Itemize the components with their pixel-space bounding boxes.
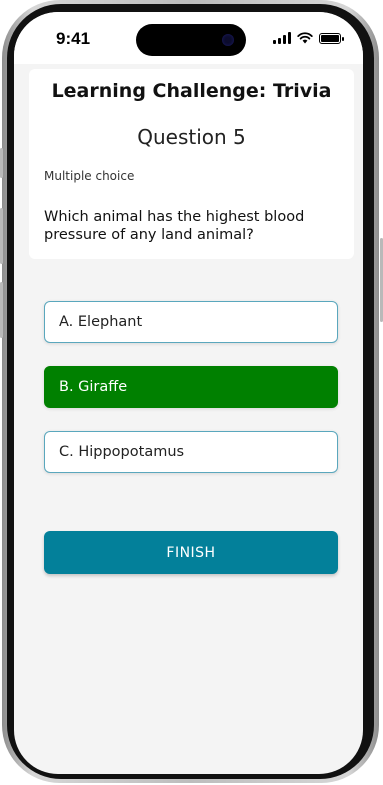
question-text: Which animal has the highest blood press… <box>44 209 305 243</box>
option-label: C. Hippopotamus <box>59 444 185 460</box>
camera-icon <box>222 34 234 46</box>
app-screen: 9:41 Learning Challenge: Trivia Question… <box>14 12 363 774</box>
mute-switch <box>0 148 3 178</box>
status-time: 9:41 <box>56 29 91 48</box>
wifi-icon <box>297 32 313 44</box>
option-label: A. Elephant <box>59 314 143 330</box>
question-type-label: Multiple choice <box>44 169 135 183</box>
question-card: Learning Challenge: Trivia Question 5 Mu… <box>29 69 354 259</box>
finish-button[interactable]: FINISH <box>44 531 338 574</box>
option-c-button[interactable]: C. Hippopotamus <box>44 431 338 473</box>
status-icons <box>273 32 344 44</box>
signal-icon <box>273 32 291 44</box>
option-a-button[interactable]: A. Elephant <box>44 301 338 343</box>
page-title: Learning Challenge: Trivia <box>51 80 332 102</box>
battery-icon <box>319 32 344 44</box>
option-label: B. Giraffe <box>59 379 128 395</box>
dynamic-island <box>136 24 246 56</box>
status-bar: 9:41 <box>14 12 363 64</box>
volume-down-button <box>0 282 3 338</box>
question-number: Question 5 <box>137 125 246 149</box>
finish-button-label: FINISH <box>166 544 216 561</box>
option-b-button[interactable]: B. Giraffe <box>44 366 338 408</box>
volume-up-button <box>0 208 3 264</box>
